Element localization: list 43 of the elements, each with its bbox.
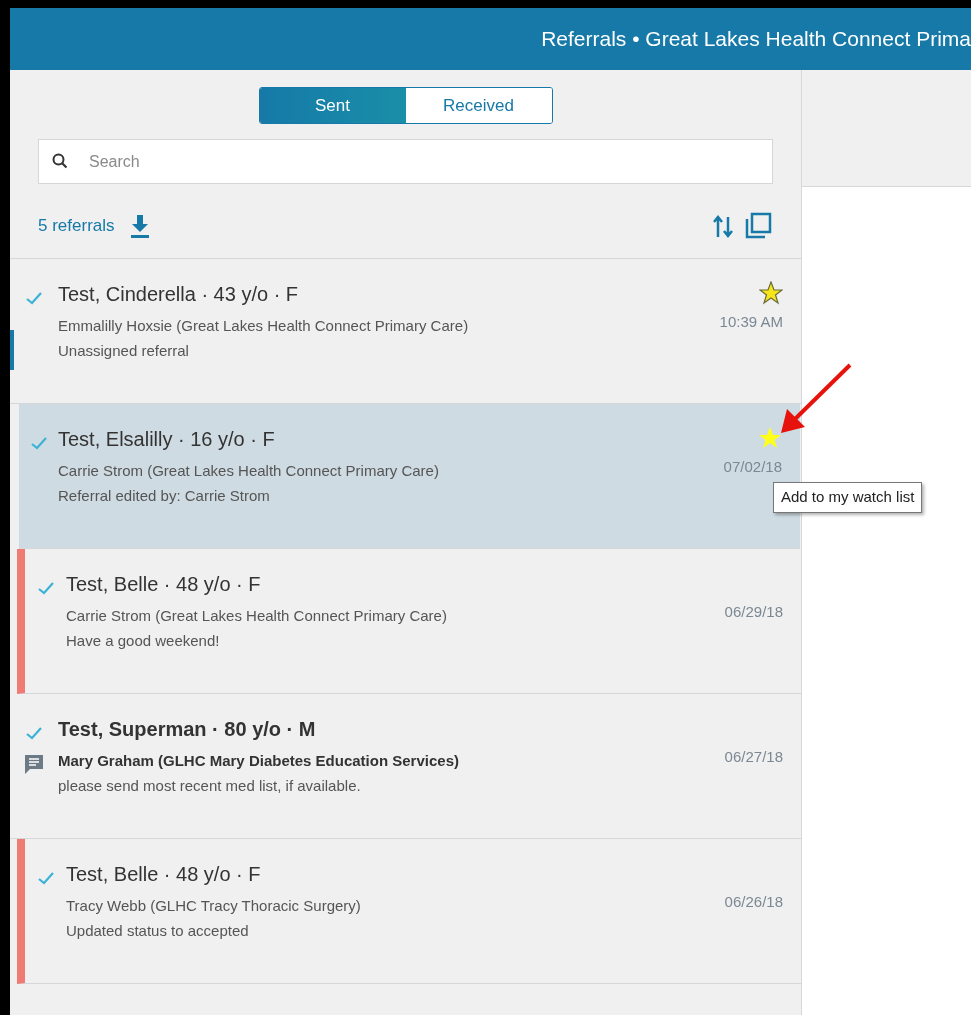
- referral-date: 06/27/18: [724, 747, 783, 767]
- check-icon: [25, 291, 43, 305]
- search-icon: [52, 153, 68, 169]
- check-icon: [36, 581, 55, 595]
- referral-date: 06/26/18: [724, 892, 783, 912]
- patient-name: Test, Belle · 48 y/o · F: [66, 572, 262, 597]
- patient-name: Test, Belle · 48 y/o · F: [66, 862, 262, 887]
- search-field[interactable]: Search: [38, 139, 773, 184]
- sender-name: Carrie Strom (Great Lakes Health Connect Primary Care): [58, 461, 440, 481]
- sort-icon: [712, 213, 734, 239]
- referral-date: 06/29/18: [724, 602, 783, 622]
- referral-count: 5 referrals: [38, 215, 115, 238]
- check-icon: [36, 871, 55, 885]
- sender-name: Tracy Webb (GLHC Tracy Thoracic Surgery): [66, 896, 362, 916]
- window-title: Referrals • Great Lakes Health Connect Prima: [541, 26, 971, 53]
- sender-name: Carrie Strom (Great Lakes Health Connect Primary Care): [66, 606, 448, 626]
- referral-note: Updated status to accepted: [66, 920, 250, 941]
- patient-name: Test, Cinderella · 43 y/o · F: [58, 282, 300, 307]
- copy-icon: [744, 212, 772, 240]
- star-icon[interactable]: [758, 426, 782, 450]
- referral-note: Have a good weekend!: [66, 630, 221, 651]
- referral-note: Unassigned referral: [58, 340, 190, 361]
- referral-date: 07/02/18: [723, 457, 782, 477]
- download-icon: [128, 213, 151, 239]
- tab[interactable]: Sent: [259, 88, 406, 123]
- referral-note: please send most recent med list, if available.: [58, 775, 362, 796]
- download-button[interactable]: [128, 213, 151, 239]
- tab[interactable]: Received: [405, 88, 552, 123]
- sender-name: Emmalilly Hoxsie (Great Lakes Health Connect Primary Care): [58, 316, 470, 336]
- sender-name: Mary Graham (GLHC Mary Diabetes Education Services): [58, 751, 460, 771]
- referral-row[interactable]: Test, Belle · 48 y/o · F Carrie Strom (Great Lakes Health Connect Primary Care) Have a good weekend! 06/29/18: [17, 549, 801, 694]
- scroll-indicator: [10, 330, 14, 370]
- sort-button[interactable]: [711, 213, 735, 239]
- patient-name: Test, Elsalilly · 16 y/o · F: [58, 427, 276, 452]
- check-icon: [29, 436, 48, 450]
- referral-row[interactable]: Test, Belle · 48 y/o · F Tracy Webb (GLHC Tracy Thoracic Surgery) Updated status to accepted 06/26/18: [17, 839, 801, 984]
- star-icon[interactable]: [759, 281, 783, 305]
- check-icon: [25, 726, 43, 740]
- referral-note: Referral edited by: Carrie Strom: [58, 485, 271, 506]
- copy-button[interactable]: [743, 211, 773, 241]
- referral-date: 10:39 AM: [719, 312, 783, 332]
- patient-name: Test, Superman · 80 y/o · M: [58, 717, 317, 742]
- tooltip: Add to my watch list: [773, 482, 923, 513]
